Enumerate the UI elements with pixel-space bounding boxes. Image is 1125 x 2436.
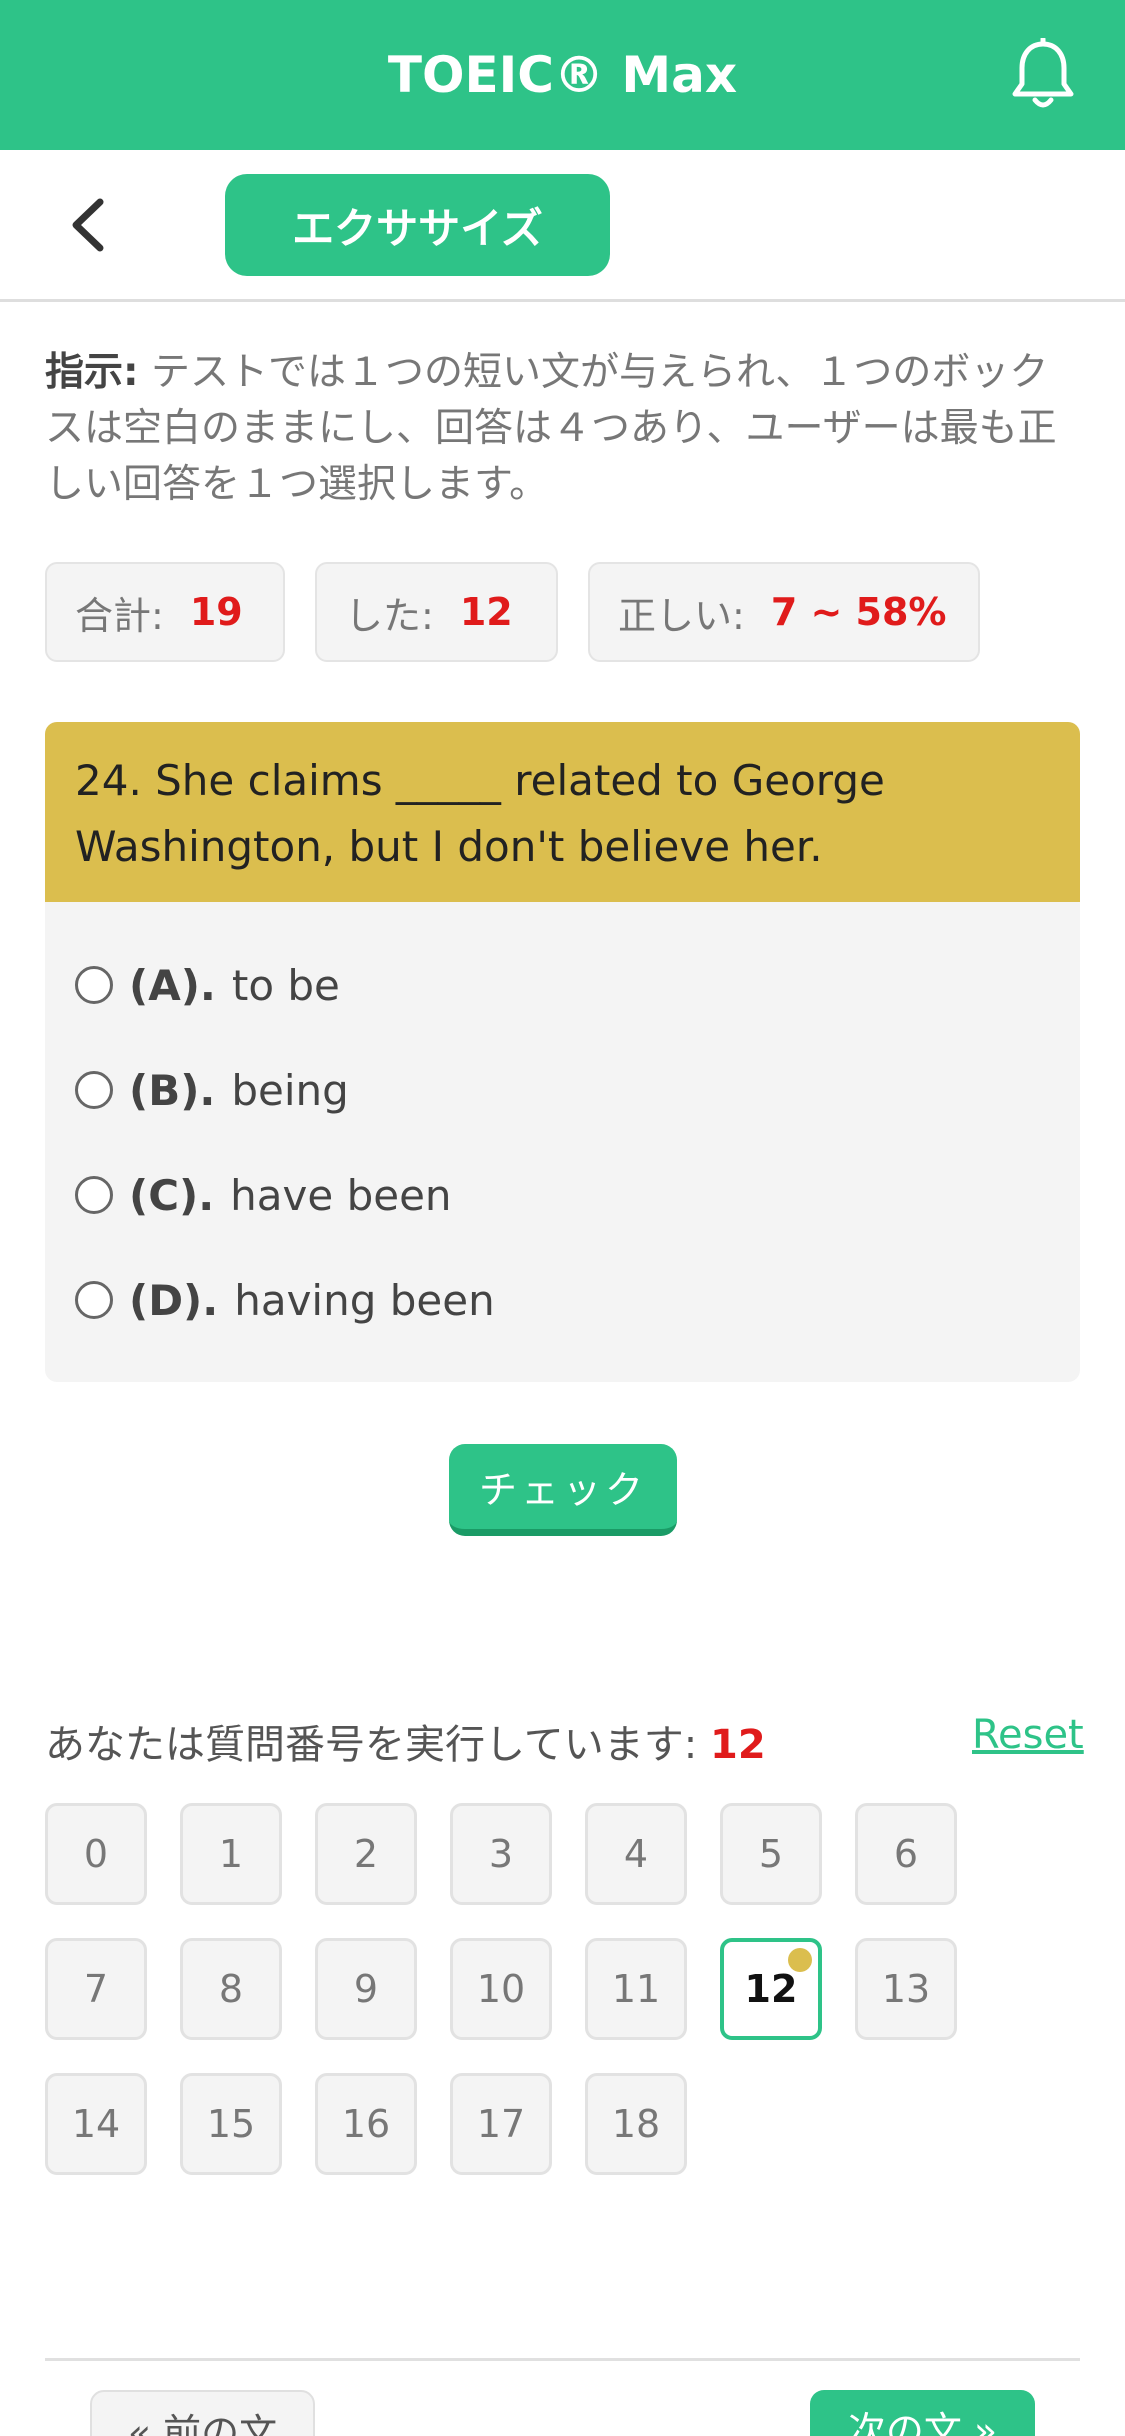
question-number-button[interactable]: 16 xyxy=(315,2073,417,2175)
stat-correct-label: 正しい: xyxy=(618,593,745,638)
question-number-button-current[interactable]: 12 xyxy=(720,1938,822,2040)
question-card: 24. She claims _____ related to George W… xyxy=(45,722,1080,1382)
radio-button[interactable] xyxy=(75,1281,113,1319)
option-text: have been xyxy=(230,1170,452,1220)
app-bar: TOEIC® Max xyxy=(0,0,1125,150)
stat-done-value: 12 xyxy=(459,590,513,634)
option-label: (B). xyxy=(129,1065,216,1115)
option-d[interactable]: (D). having been xyxy=(75,1265,495,1335)
radio-button[interactable] xyxy=(75,966,113,1004)
instructions-text: テストでは１つの短い文が与えられ、１つのボックスは空白のままにし、回答は４つあり… xyxy=(45,350,1057,507)
question-number-button[interactable]: 4 xyxy=(585,1803,687,1905)
question-number-button[interactable]: 2 xyxy=(315,1803,417,1905)
divider xyxy=(45,2358,1080,2361)
radio-button[interactable] xyxy=(75,1071,113,1109)
question-number-button[interactable]: 18 xyxy=(585,2073,687,2175)
question-number-button[interactable]: 0 xyxy=(45,1803,147,1905)
exercise-button[interactable]: エクササイズ xyxy=(225,174,610,276)
question-number-button[interactable]: 3 xyxy=(450,1803,552,1905)
stat-done: した: 12 xyxy=(315,562,558,662)
question-number-button[interactable]: 11 xyxy=(585,1938,687,2040)
question-number-button[interactable]: 6 xyxy=(855,1803,957,1905)
option-label: (C). xyxy=(129,1170,215,1220)
previous-sentence-button[interactable]: « 前の文 xyxy=(90,2390,315,2436)
stat-done-label: した: xyxy=(345,593,434,638)
option-text: to be xyxy=(231,960,340,1010)
bell-icon[interactable] xyxy=(1008,38,1078,112)
radio-button[interactable] xyxy=(75,1176,113,1214)
option-a[interactable]: (A). to be xyxy=(75,950,340,1020)
question-number-label: 12 xyxy=(744,1967,798,2011)
option-text: having been xyxy=(234,1275,495,1325)
stat-total-label: 合計: xyxy=(75,593,164,638)
back-arrow-icon[interactable] xyxy=(60,190,120,260)
option-c[interactable]: (C). have been xyxy=(75,1160,452,1230)
question-number-button[interactable]: 17 xyxy=(450,2073,552,2175)
option-b[interactable]: (B). being xyxy=(75,1055,349,1125)
option-label: (A). xyxy=(129,960,216,1010)
running-question-label: あなたは質問番号を実行しています: 12 xyxy=(45,1712,766,1770)
stat-total: 合計: 19 xyxy=(45,562,285,662)
question-number-button[interactable]: 7 xyxy=(45,1938,147,2040)
app-title: TOEIC® Max xyxy=(387,46,738,104)
stat-total-value: 19 xyxy=(189,590,243,634)
question-number-button[interactable]: 15 xyxy=(180,2073,282,2175)
option-text: being xyxy=(231,1065,349,1115)
question-number-button[interactable]: 5 xyxy=(720,1803,822,1905)
question-number-button[interactable]: 13 xyxy=(855,1938,957,2040)
question-number-button[interactable]: 14 xyxy=(45,2073,147,2175)
option-label: (D). xyxy=(129,1275,219,1325)
question-text: 24. She claims _____ related to George W… xyxy=(45,722,1080,902)
running-text: あなたは質問番号を実行しています: xyxy=(45,1722,698,1768)
next-sentence-button[interactable]: 次の文 » xyxy=(810,2390,1035,2436)
question-number-button[interactable]: 8 xyxy=(180,1938,282,2040)
current-indicator-dot xyxy=(788,1948,812,1972)
reset-link[interactable]: Reset xyxy=(972,1712,1084,1758)
instructions-lead: 指示: xyxy=(45,350,139,395)
question-number-button[interactable]: 10 xyxy=(450,1938,552,2040)
current-question-number: 12 xyxy=(710,1722,766,1768)
sub-header: エクササイズ xyxy=(0,150,1125,302)
stat-correct: 正しい: 7 ~ 58% xyxy=(588,562,980,662)
check-button[interactable]: チェック xyxy=(449,1444,677,1536)
stat-correct-value: 7 ~ 58% xyxy=(770,590,947,634)
question-number-button[interactable]: 1 xyxy=(180,1803,282,1905)
instructions: 指示: テストでは１つの短い文が与えられ、１つのボックスは空白のままにし、回答は… xyxy=(45,345,1080,513)
question-number-button[interactable]: 9 xyxy=(315,1938,417,2040)
